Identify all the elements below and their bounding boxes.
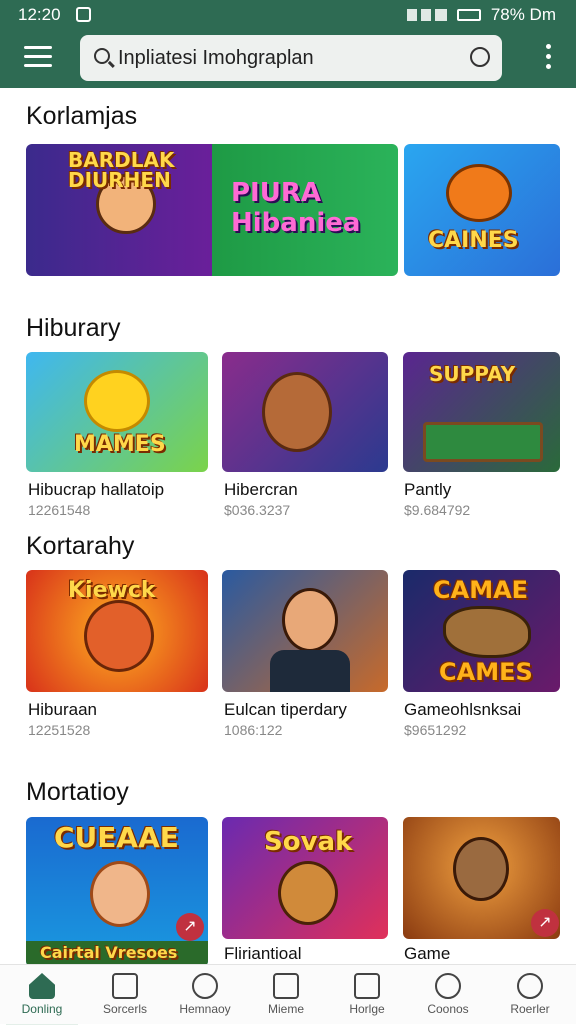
profile-icon — [517, 973, 543, 999]
tile-art-text: Kiewck — [68, 578, 156, 603]
nav-label: Sorcerls — [102, 1002, 147, 1016]
game-title: Gameohlsnksai — [404, 700, 522, 719]
banner-art-text: PIURA Hibaniea — [231, 178, 361, 238]
banner-art-text: BARDLAK DIURHEN — [68, 148, 175, 192]
bottom-navigation: Donling Sorcerls Hemnaoy Mieme Horlge Co… — [0, 964, 576, 1025]
character-art — [446, 164, 512, 222]
character-art — [84, 600, 154, 672]
game-tile[interactable]: Sovak — [222, 817, 388, 939]
nav-item-home[interactable]: Donling — [2, 965, 82, 1025]
game-tile[interactable]: CUEAAE Cairtal Vresoes ↗ — [26, 817, 208, 964]
badge-icon: ↗ — [176, 913, 204, 941]
game-meta: $9.684792 — [404, 502, 471, 518]
more-options-icon[interactable] — [546, 44, 552, 74]
game-title: Hiburaan — [28, 700, 97, 719]
character-art — [278, 861, 338, 925]
nav-label: Mieme — [267, 1002, 304, 1016]
game-meta: $9651292 — [404, 722, 467, 738]
content: Korlamjas BARDLAK DIURHEN PIURA Hibaniea… — [0, 88, 576, 964]
home-icon — [29, 973, 55, 999]
notification-icon — [76, 7, 91, 22]
table-art — [423, 422, 543, 462]
featured-banner[interactable]: BARDLAK DIURHEN PIURA Hibaniea — [26, 144, 398, 276]
nav-item-library[interactable]: Mieme — [246, 965, 326, 1025]
section-title: Hiburary — [26, 314, 121, 342]
character-art — [262, 372, 332, 452]
game-tile[interactable]: SUPPAY — [403, 352, 560, 472]
nav-item-profile[interactable]: Roerler — [490, 965, 570, 1025]
gamepad-icon — [192, 973, 218, 999]
section-title: Kortarahy — [26, 532, 135, 560]
nav-item-search[interactable]: Coonos — [408, 965, 488, 1025]
search-input[interactable] — [118, 43, 458, 73]
tile-art-text: Sovak — [264, 827, 353, 857]
download-icon — [354, 973, 380, 999]
jacket-art — [270, 650, 350, 692]
tile-art-text: CAINES — [428, 228, 519, 253]
battery-icon — [456, 9, 481, 21]
tile-art-text: SUPPAY — [429, 362, 516, 386]
character-art — [453, 837, 509, 901]
list-icon — [112, 973, 138, 999]
nav-label: Donling — [21, 1002, 63, 1016]
nav-item-updates[interactable]: Horlge — [327, 965, 407, 1025]
game-meta: $036.3237 — [224, 502, 291, 518]
game-title: Game — [404, 944, 451, 963]
search-icon — [435, 973, 461, 999]
game-tile[interactable]: CAMAE CAMES — [403, 570, 560, 692]
game-tile[interactable]: Kiewck — [26, 570, 208, 692]
game-meta: 12251528 — [28, 722, 91, 738]
game-tile[interactable] — [222, 352, 388, 472]
nav-item-categories[interactable]: Sorcerls — [85, 965, 165, 1025]
nav-item-games[interactable]: Hemnaoy — [165, 965, 245, 1025]
game-title: Hibercran — [224, 480, 298, 499]
character-art — [84, 370, 150, 432]
nav-label: Hemnaoy — [179, 1002, 231, 1016]
nav-label: Coonos — [427, 1002, 469, 1016]
nav-label: Horlge — [349, 1002, 385, 1016]
tile-art-text: CAMES — [439, 658, 533, 686]
search-bar[interactable] — [80, 35, 502, 81]
book-icon — [273, 973, 299, 999]
game-tile[interactable] — [222, 570, 388, 692]
game-title: Eulcan tiperdary — [224, 700, 347, 719]
status-bar: 12:20 78% Dm — [0, 0, 576, 30]
game-title: Fliriantioal — [224, 944, 302, 963]
game-tile[interactable]: ↗ — [403, 817, 560, 939]
status-icons: 78% Dm — [406, 5, 556, 25]
game-tile[interactable]: MAMES — [26, 352, 208, 472]
menu-icon[interactable] — [24, 46, 52, 72]
badge-icon: ↗ — [531, 909, 559, 937]
section-title: Korlamjas — [26, 102, 138, 130]
character-art — [90, 861, 150, 927]
search-icon — [94, 48, 110, 64]
mic-icon[interactable] — [470, 47, 490, 67]
tile-art-text: CAMAE — [433, 576, 529, 604]
nav-label: Roerler — [510, 1002, 550, 1016]
status-time: 12:20 — [18, 5, 61, 24]
game-meta: 1086:122 — [224, 722, 283, 738]
tile-art-text: CUEAAE — [54, 821, 179, 854]
game-title: Pantly — [404, 480, 452, 499]
banner-strip: Cairtal Vresoes — [26, 941, 208, 964]
tile-art-text: MAMES — [74, 432, 166, 457]
featured-game-tile[interactable]: CAINES — [404, 144, 560, 276]
tile-art-text: Cairtal Vresoes — [40, 943, 178, 962]
game-meta: 12261548 — [28, 502, 91, 518]
signal-icon — [406, 9, 447, 21]
section-title: Mortatioy — [26, 778, 129, 806]
game-title: Hibucrap hallatoip — [28, 480, 165, 499]
character-art — [282, 588, 338, 652]
hyena-art — [443, 606, 531, 658]
app-bar — [0, 30, 576, 88]
battery-text: 78% Dm — [490, 5, 556, 24]
